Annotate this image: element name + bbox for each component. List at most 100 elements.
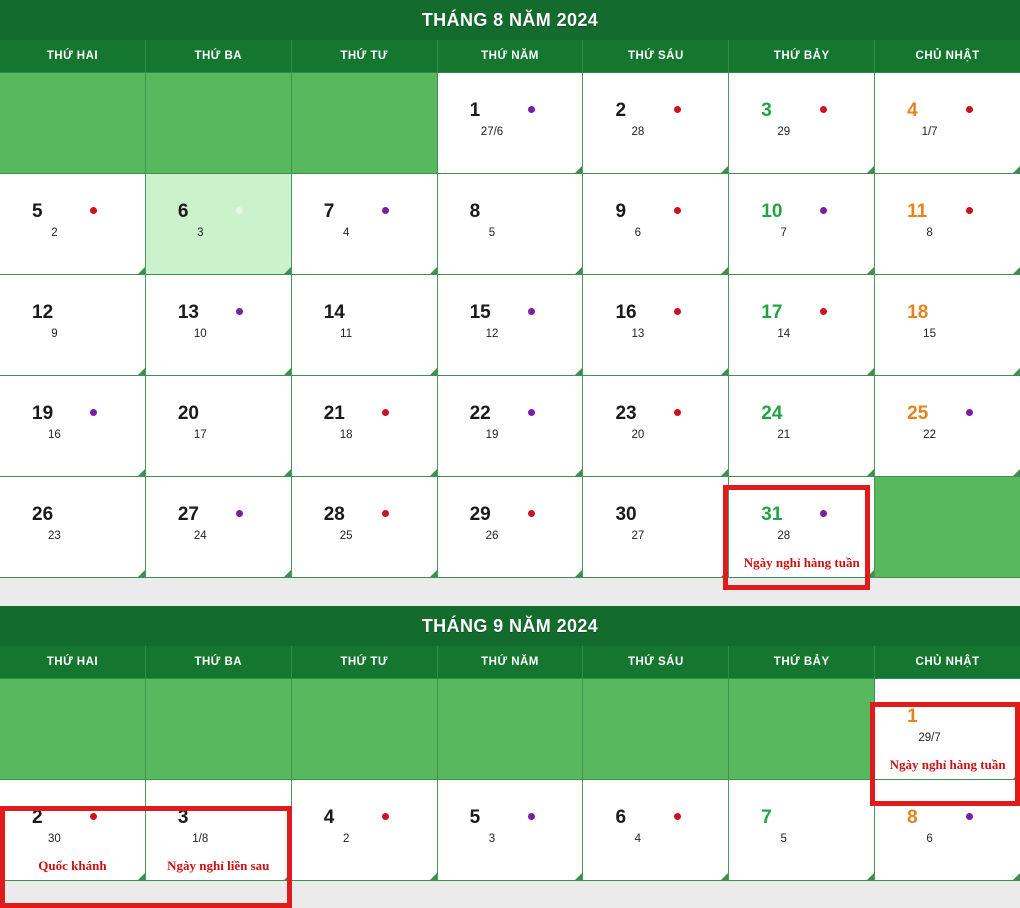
lunar-date: 20 <box>631 429 645 441</box>
cell-corner-marker-icon <box>867 469 875 476</box>
week-row: 2 30 Quốc khánh 3 1/8 Ngày nghỉ liền sau 4 2 5 3 6… <box>0 780 1020 881</box>
lunar-date: 3 <box>488 833 496 845</box>
weekday-header-monday: THỨ HAI <box>0 646 146 679</box>
day-cell[interactable]: 29 26 <box>437 477 584 578</box>
cell-corner-marker-icon <box>721 267 729 274</box>
lunar-date: 6 <box>926 833 933 845</box>
day-number: 4 <box>323 807 335 828</box>
day-cell[interactable]: 27 24 <box>145 477 292 578</box>
cell-corner-marker-icon <box>283 267 291 274</box>
lunar-date: 24 <box>193 530 207 542</box>
weekday-header-row-august: THỨ HAI THỨ BA THỨ TƯ THỨ NĂM THỨ SÁU TH… <box>0 40 1020 73</box>
day-cell[interactable]: 64 <box>583 780 730 881</box>
month-title-august: THÁNG 8 NĂM 2024 <box>0 0 1020 40</box>
day-number: 28 <box>323 504 345 525</box>
cell-corner-marker-icon <box>429 267 437 274</box>
day-cell[interactable]: 15 12 <box>437 275 584 376</box>
lunar-date: 7 <box>780 227 787 239</box>
event-dot-icon <box>236 510 244 517</box>
day-cell[interactable]: 42 <box>291 780 438 881</box>
day-number: 2 <box>615 100 627 121</box>
event-dot-icon <box>90 207 98 214</box>
lunar-date: 29 <box>777 126 791 138</box>
day-cell[interactable]: 30 27 <box>583 477 730 578</box>
day-cell[interactable]: 21 18 <box>291 376 438 477</box>
lunar-date: 29/7 <box>918 732 941 744</box>
day-cell[interactable]: 4 1/7 <box>875 73 1020 174</box>
lunar-date: 27 <box>631 530 645 542</box>
event-dot-icon <box>90 813 98 820</box>
holiday-note: Ngày nghỉ hàng tuần <box>889 757 1006 772</box>
day-cell[interactable]: 85 <box>437 174 584 275</box>
day-number: 25 <box>907 403 929 424</box>
cell-corner-marker-icon <box>575 368 583 375</box>
cell-corner-marker-icon <box>575 469 583 476</box>
day-cell[interactable]: 28 25 <box>291 477 438 578</box>
day-cell[interactable]: 16 13 <box>583 275 730 376</box>
day-cell[interactable]: 2 30 Quốc khánh <box>0 780 146 881</box>
day-cell[interactable]: 18 15 <box>875 275 1020 376</box>
day-cell[interactable]: 53 <box>437 780 584 881</box>
day-number: 19 <box>32 403 54 424</box>
day-cell[interactable]: 63 <box>145 174 292 275</box>
day-number: 7 <box>761 807 772 828</box>
day-cell[interactable]: 31 28 Ngày nghỉ hàng tuần <box>729 477 876 578</box>
cell-corner-marker-icon <box>867 873 875 880</box>
week-row: 12 9 13 10 14 11 15 12 16 13 17 14 18 15 <box>0 275 1020 376</box>
weekday-header-row-september: THỨ HAI THỨ BA THỨ TƯ THỨ NĂM THỨ SÁU TH… <box>0 646 1020 679</box>
day-cell[interactable]: 1 27/6 <box>437 73 584 174</box>
lunar-date: 19 <box>485 429 499 441</box>
day-cell[interactable]: 96 <box>583 174 730 275</box>
day-number: 31 <box>761 504 783 525</box>
weekday-header-monday: THỨ HAI <box>0 40 146 73</box>
day-cell-empty <box>875 477 1020 578</box>
day-cell[interactable]: 12 9 <box>0 275 146 376</box>
day-cell[interactable]: 10 7 <box>729 174 876 275</box>
week-row: 1 27/6 2 28 3 29 4 1/7 <box>0 73 1020 174</box>
weekday-header-saturday: THỨ BẢY <box>729 646 876 679</box>
event-dot-icon <box>528 813 535 820</box>
day-cell[interactable]: 13 10 <box>145 275 292 376</box>
event-dot-icon <box>965 813 973 820</box>
day-cell[interactable]: 26 23 <box>0 477 146 578</box>
day-number: 24 <box>761 403 783 424</box>
day-cell[interactable]: 3 29 <box>729 73 876 174</box>
event-dot-icon <box>90 409 98 416</box>
event-dot-icon <box>673 308 681 315</box>
event-dot-icon <box>528 409 535 416</box>
day-cell[interactable]: 86 <box>875 780 1020 881</box>
weekday-header-thursday: THỨ NĂM <box>437 40 584 73</box>
cell-corner-marker-icon <box>575 166 583 173</box>
day-cell[interactable]: 2 28 <box>583 73 730 174</box>
day-cell[interactable]: 19 16 <box>0 376 146 477</box>
day-cell[interactable]: 75 <box>729 780 876 881</box>
day-cell[interactable]: 52 <box>0 174 146 275</box>
event-dot-icon <box>382 510 390 517</box>
lunar-date: 23 <box>48 530 61 542</box>
day-cell[interactable]: 11 8 <box>875 174 1020 275</box>
cell-corner-marker-icon <box>867 570 875 577</box>
event-dot-icon <box>382 207 390 214</box>
lunar-date: 17 <box>193 429 207 441</box>
day-cell[interactable]: 24 21 <box>729 376 876 477</box>
cell-corner-marker-icon <box>137 469 145 476</box>
day-cell[interactable]: 1 29/7 Ngày nghỉ hàng tuần <box>875 679 1020 780</box>
day-cell[interactable]: 17 14 <box>729 275 876 376</box>
weekday-header-sunday: CHỦ NHẬT <box>875 40 1020 73</box>
day-cell[interactable]: 3 1/8 Ngày nghỉ liền sau <box>145 780 292 881</box>
day-cell[interactable]: 14 11 <box>291 275 438 376</box>
day-cell-empty <box>291 679 438 780</box>
cell-corner-marker-icon <box>721 469 729 476</box>
day-cell[interactable]: 23 20 <box>583 376 730 477</box>
day-number: 8 <box>907 807 918 828</box>
day-cell[interactable]: 22 19 <box>437 376 584 477</box>
weekday-header-friday: THỨ SÁU <box>583 40 730 73</box>
lunar-date: 4 <box>634 833 642 845</box>
lunar-date: 28 <box>777 530 791 542</box>
day-cell[interactable]: 74 <box>291 174 438 275</box>
day-cell[interactable]: 20 17 <box>145 376 292 477</box>
day-cell[interactable]: 25 22 <box>875 376 1020 477</box>
lunar-date: 25 <box>339 530 353 542</box>
holiday-note: Quốc khánh <box>38 858 107 873</box>
lunar-date: 22 <box>923 429 936 441</box>
